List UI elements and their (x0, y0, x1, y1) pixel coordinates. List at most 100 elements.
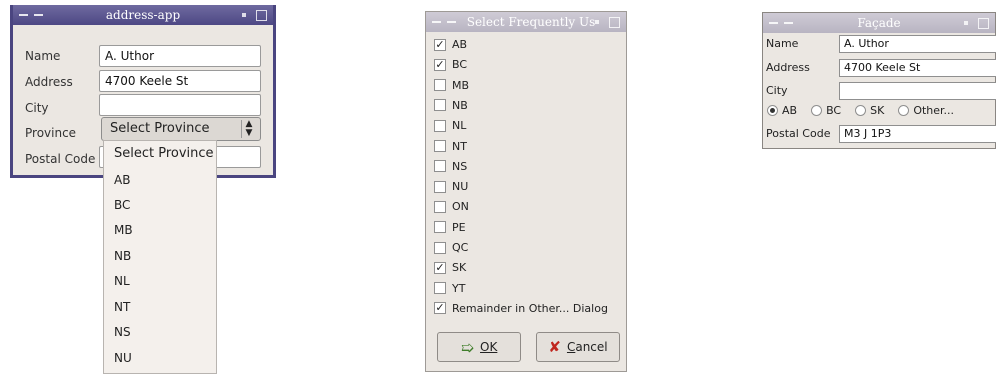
checkbox[interactable] (434, 282, 446, 295)
checkbox[interactable]: ✓ (434, 38, 446, 51)
province-option[interactable]: BC (114, 198, 130, 212)
facade-window: Façade Name Address City Postal Code A. … (762, 12, 996, 149)
title-bar: Select Frequently Us (426, 12, 626, 32)
province-option[interactable]: Select Province (114, 146, 214, 161)
province-option[interactable]: NT (114, 300, 130, 314)
checkbox-label: QC (452, 241, 469, 254)
title-bar: Façade (763, 13, 995, 33)
radio-bc-label: BC (826, 104, 842, 117)
checkbox-label: NS (452, 159, 468, 173)
checkbox-label: PE (452, 220, 466, 234)
checkbox[interactable]: ✓ (434, 302, 446, 315)
province-label: Province (25, 126, 77, 140)
checkbox-label: NT (452, 139, 467, 153)
window-menu-controls[interactable] (432, 12, 456, 32)
province-checkbox-row[interactable]: ✓ BC (434, 58, 467, 71)
province-radio-group: AB BC SK Other... (767, 104, 954, 117)
checkbox[interactable] (434, 119, 446, 132)
province-option[interactable]: AB (114, 173, 130, 187)
province-checkbox-row[interactable]: PE (434, 221, 466, 234)
postal-code-label: Postal Code (766, 127, 831, 140)
province-checkbox-row[interactable]: MB (434, 79, 469, 92)
checkbox[interactable] (434, 99, 446, 112)
checkbox-label: MB (452, 78, 470, 92)
province-dropdown-list: Select Province AB BC MB NB NL NT NS NU (103, 140, 217, 374)
name-label: Name (25, 49, 61, 63)
window-title: address-app (105, 8, 181, 22)
ok-label: OK (480, 340, 498, 354)
checkbox-label: NU (452, 180, 469, 194)
checkbox-label: SK (452, 261, 467, 275)
radio-bc[interactable] (811, 105, 823, 116)
province-option[interactable]: NB (114, 249, 131, 263)
checkbox[interactable] (434, 180, 446, 193)
title-bar: address-app (13, 5, 273, 25)
province-select[interactable]: Select Province ▲ ▼ (101, 117, 261, 141)
checkbox[interactable]: ✓ (434, 261, 446, 274)
province-checkbox-row[interactable]: NS (434, 160, 467, 173)
checkbox-label: NB (452, 98, 468, 112)
name-label: Name (766, 37, 799, 50)
window-controls[interactable] (595, 12, 620, 32)
checkbox-label: YT (452, 281, 466, 295)
window-menu-controls[interactable] (19, 5, 43, 25)
window-controls[interactable] (242, 5, 267, 25)
ok-button[interactable]: ➯ OK (437, 332, 521, 362)
postal-code-label: Postal Code (25, 152, 96, 166)
province-checkbox-row[interactable]: NT (434, 140, 467, 153)
city-field[interactable] (839, 82, 996, 100)
postal-code-field[interactable]: M3 J 1P3 (839, 125, 996, 143)
radio-sk-label: SK (870, 104, 885, 117)
radio-ab[interactable] (767, 105, 778, 116)
province-option[interactable]: NL (114, 274, 130, 288)
province-checkbox-row[interactable]: NL (434, 119, 466, 132)
checkbox-label: AB (452, 38, 468, 51)
radio-other[interactable] (898, 105, 910, 116)
cancel-icon: ✘ (548, 338, 561, 356)
cancel-button[interactable]: ✘ Cancel (536, 332, 620, 362)
name-field[interactable]: A. Uthor (99, 45, 261, 67)
ok-icon: ➯ (460, 337, 475, 357)
window-title: Façade (857, 16, 901, 30)
province-checkbox-row[interactable]: ON (434, 200, 469, 213)
address-label: Address (25, 75, 73, 89)
checkbox[interactable] (434, 241, 446, 254)
province-checkbox-row[interactable]: ✓ Remainder in Other... Dialog (434, 302, 608, 315)
checkbox[interactable] (434, 160, 446, 173)
province-checkbox-row[interactable]: YT (434, 282, 465, 295)
checkbox[interactable] (434, 79, 446, 92)
province-checkbox-row[interactable]: QC (434, 241, 468, 254)
name-field[interactable]: A. Uthor (839, 35, 996, 53)
checkbox-label: ON (452, 200, 469, 214)
address-field[interactable]: 4700 Keele St (839, 59, 996, 77)
address-field[interactable]: 4700 Keele St (99, 70, 261, 92)
city-label: City (25, 101, 49, 115)
province-checkbox-row[interactable]: ✓ SK (434, 261, 466, 274)
checkbox-label: BC (452, 58, 468, 72)
radio-other-label: Other... (913, 104, 955, 117)
checkbox-label: Remainder in Other... Dialog (452, 301, 608, 315)
province-checkbox-row[interactable]: NU (434, 180, 468, 193)
province-option[interactable]: MB (114, 223, 133, 237)
checkbox[interactable] (434, 221, 446, 234)
cancel-label: Cancel (566, 340, 608, 354)
window-title: Select Frequently Us (466, 15, 596, 29)
province-checkbox-row[interactable]: NB (434, 99, 468, 112)
window-controls[interactable] (964, 13, 989, 33)
city-field[interactable] (99, 94, 261, 116)
province-select-value: Select Province (110, 121, 210, 136)
checkbox-label: NL (452, 119, 467, 133)
address-label: Address (766, 61, 810, 74)
checkbox[interactable]: ✓ (434, 58, 446, 71)
province-option[interactable]: NU (114, 351, 132, 365)
select-arrows-icon: ▲ ▼ (241, 120, 256, 138)
province-option[interactable]: NS (114, 325, 131, 339)
radio-sk[interactable] (855, 105, 867, 116)
city-label: City (766, 84, 788, 97)
radio-ab-label: AB (782, 104, 798, 117)
window-menu-controls[interactable] (769, 13, 793, 33)
checkbox[interactable] (434, 200, 446, 213)
select-frequently-used-window: Select Frequently Us ✓ AB ✓ BC MB NB NL NT NS NU O… (425, 11, 627, 372)
checkbox[interactable] (434, 140, 446, 152)
province-checkbox-row[interactable]: ✓ AB (434, 38, 467, 51)
